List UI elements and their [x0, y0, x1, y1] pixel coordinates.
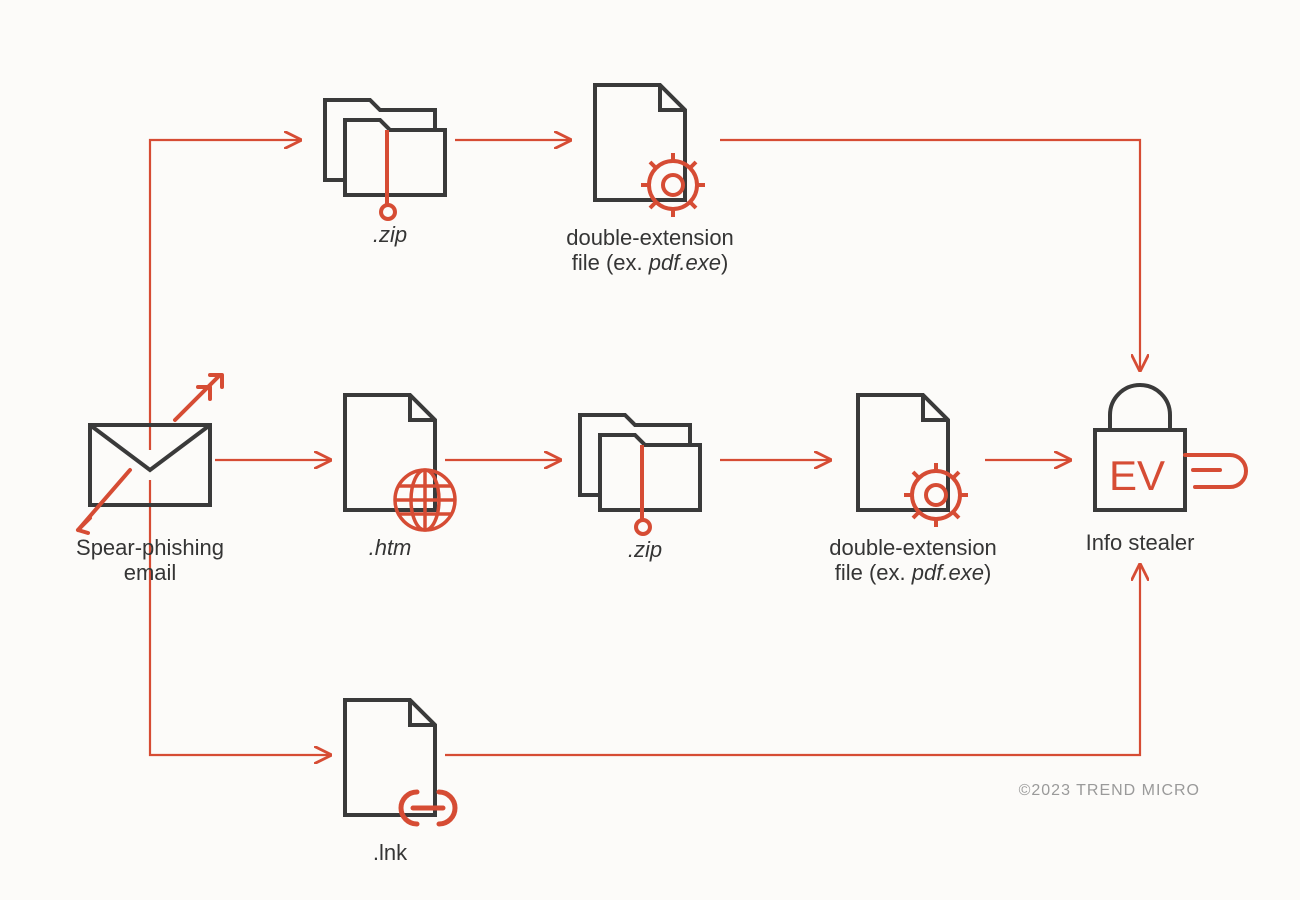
- zip1-label: .zip: [373, 222, 407, 247]
- ev-badge-text: EV: [1109, 452, 1165, 499]
- htm-label: .htm: [369, 535, 412, 560]
- file-gear-icon: [595, 85, 705, 217]
- node-info-stealer: EV Info stealer: [1086, 385, 1246, 555]
- svg-text:double-extension: double-extension: [566, 225, 734, 250]
- node-dblext-middle: double-extension file (ex. pdf.exe): [829, 395, 997, 585]
- dblext2-line2: file (ex. pdf.exe): [835, 560, 992, 585]
- file-link-icon: [345, 700, 455, 824]
- svg-text:.htm: .htm: [369, 535, 412, 560]
- dblext1-line1: double-extension: [566, 225, 734, 250]
- svg-text:Spear-phishing: Spear-phishing: [76, 535, 224, 560]
- dblext1-line2: file (ex. pdf.exe): [572, 250, 729, 275]
- svg-text:.zip: .zip: [628, 537, 662, 562]
- svg-text:Info stealer: Info stealer: [1086, 530, 1195, 555]
- svg-text:.zip: .zip: [373, 222, 407, 247]
- copyright-text: ©2023 TREND MICRO: [1019, 782, 1200, 799]
- svg-text:email: email: [124, 560, 177, 585]
- node-lnk: .lnk: [345, 700, 455, 865]
- node-dblext-top: double-extension file (ex. pdf.exe): [566, 85, 734, 275]
- node-htm: .htm: [345, 395, 455, 560]
- file-globe-icon: [345, 395, 455, 530]
- svg-text:.lnk: .lnk: [373, 840, 408, 865]
- lock-ev-icon: EV: [1095, 385, 1246, 510]
- email-label-2: email: [124, 560, 177, 585]
- email-label-1: Spear-phishing: [76, 535, 224, 560]
- dblext2-line1: double-extension: [829, 535, 997, 560]
- node-zip-top: .zip: [325, 100, 445, 247]
- zip2-label: .zip: [628, 537, 662, 562]
- svg-text:double-extension: double-extension: [829, 535, 997, 560]
- infostealer-label: Info stealer: [1086, 530, 1195, 555]
- lnk-label: .lnk: [373, 840, 408, 865]
- node-zip-middle: .zip: [580, 415, 700, 562]
- file-gear-icon: [858, 395, 968, 527]
